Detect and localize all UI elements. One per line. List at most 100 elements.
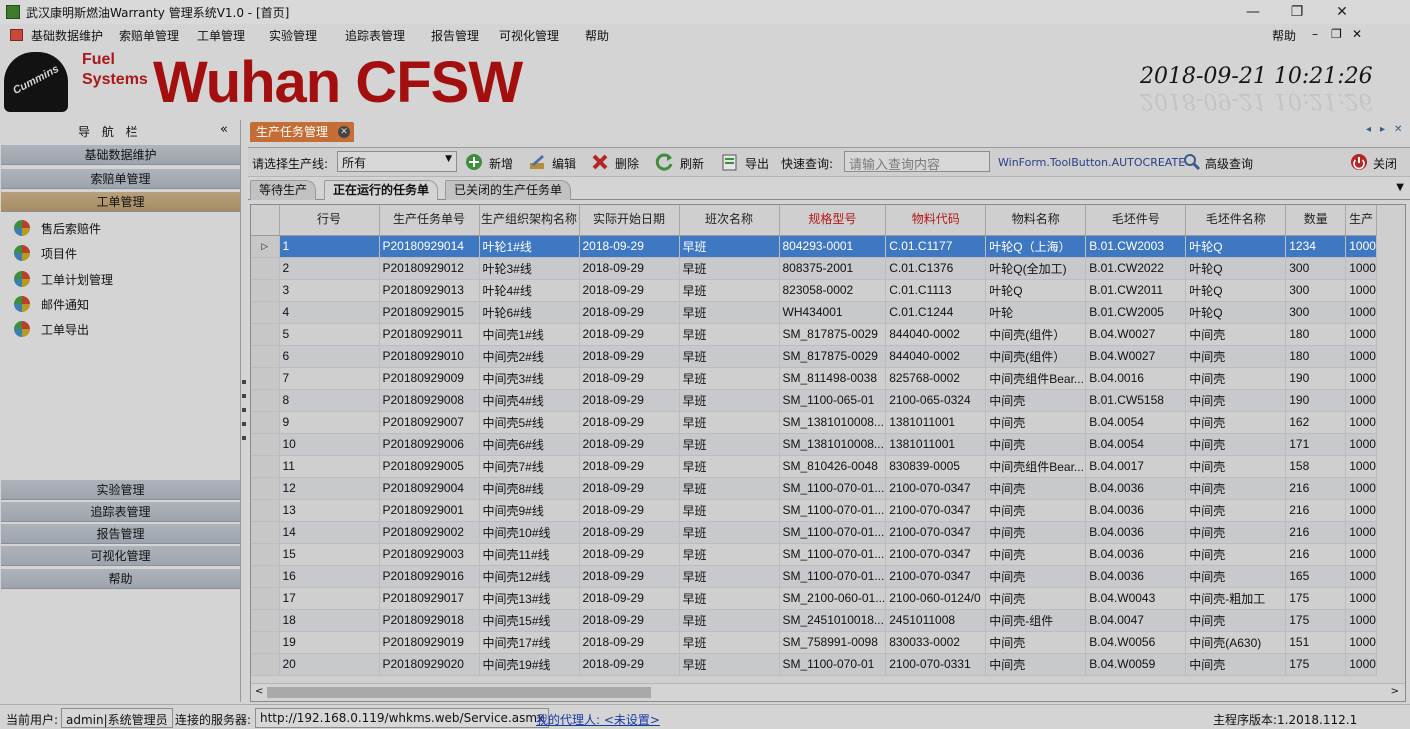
cell-blank-no[interactable]: B.04.0036	[1085, 565, 1187, 588]
cell-material-code[interactable]: 830839-0005	[885, 455, 987, 478]
cell-blank-no[interactable]: B.04.0054	[1085, 433, 1187, 456]
horizontal-scrollbar[interactable]: < >	[251, 683, 1405, 701]
cell-material-name[interactable]: 中间壳(组件）	[985, 323, 1087, 346]
cell-material-code[interactable]: 844040-0002	[885, 323, 987, 346]
cell-quantity[interactable]: 216	[1285, 499, 1347, 522]
delete-button[interactable]: 删除	[615, 155, 639, 172]
cell-material-code[interactable]: 2100-070-0347	[885, 543, 987, 566]
tab-closed[interactable]: 已关闭的生产任务单	[445, 180, 572, 200]
cell-shift[interactable]: 早班	[679, 653, 780, 676]
menu-basic-data[interactable]: 基础数据维护	[31, 27, 103, 44]
header-production[interactable]: 生产	[1345, 205, 1377, 236]
header-material-code[interactable]: 物料代码	[885, 205, 987, 236]
cell-row-no[interactable]: 8	[279, 389, 380, 412]
tabs-dropdown-icon[interactable]: ▼	[1396, 182, 1404, 193]
advanced-search-button[interactable]: 高级查询	[1205, 155, 1253, 172]
cell-material-name[interactable]: 中间壳(组件）	[985, 345, 1087, 368]
cell-quantity[interactable]: 180	[1285, 345, 1347, 368]
close-page-button[interactable]: 关闭	[1373, 155, 1397, 172]
scroll-left-icon[interactable]: <	[255, 686, 263, 697]
header-blank-no[interactable]: 毛坯件号	[1085, 205, 1187, 236]
cell-spec-model[interactable]: SM_1100-070-01...	[779, 521, 887, 544]
nav-group-visualization[interactable]: 可视化管理	[1, 546, 240, 566]
cell-row-no[interactable]: 19	[279, 631, 380, 654]
mdi-restore-button[interactable]: ❐	[1331, 27, 1342, 41]
cell-org-name[interactable]: 中间壳17#线	[479, 631, 580, 654]
cell-org-name[interactable]: 叶轮4#线	[479, 279, 580, 302]
cell-shift[interactable]: 早班	[679, 301, 780, 324]
cell-production[interactable]: 1000	[1345, 653, 1377, 676]
cell-blank-name[interactable]: 中间壳	[1185, 477, 1287, 500]
cell-material-code[interactable]: 2100-070-0331	[885, 653, 987, 676]
cell-spec-model[interactable]: 823058-0002	[779, 279, 887, 302]
cell-material-code[interactable]: 825768-0002	[885, 367, 987, 390]
cell-shift[interactable]: 早班	[679, 587, 780, 610]
cell-blank-name[interactable]: 中间壳	[1185, 543, 1287, 566]
scroll-thumb[interactable]	[267, 687, 651, 698]
cell-row-no[interactable]: 3	[279, 279, 380, 302]
cell-blank-no[interactable]: B.04.0036	[1085, 477, 1187, 500]
table-row[interactable]: 7 P20180929009 中间壳3#线 2018-09-29 早班 SM_811498…	[251, 367, 1377, 390]
cell-task-no[interactable]: P20180929001	[379, 499, 480, 522]
header-task-no[interactable]: 生产任务单号	[379, 205, 480, 236]
nav-group-claims[interactable]: 索赔单管理	[1, 169, 240, 189]
menu-tracking[interactable]: 追踪表管理	[345, 27, 405, 44]
cell-material-name[interactable]: 中间壳	[985, 543, 1087, 566]
nav-group-reports[interactable]: 报告管理	[1, 524, 240, 544]
table-row[interactable]: ▷ 1 P20180929014 叶轮1#线 2018-09-29 早班 804293-00…	[251, 235, 1377, 258]
cell-row-no[interactable]: 7	[279, 367, 380, 390]
cell-org-name[interactable]: 中间壳19#线	[479, 653, 580, 676]
cell-blank-no[interactable]: B.04.W0056	[1085, 631, 1187, 654]
cell-material-name[interactable]: 中间壳	[985, 631, 1087, 654]
header-row-no[interactable]: 行号	[279, 205, 380, 236]
cell-quantity[interactable]: 171	[1285, 433, 1347, 456]
cell-blank-name[interactable]: 叶轮Q	[1185, 235, 1287, 258]
cell-material-name[interactable]: 中间壳	[985, 411, 1087, 434]
cell-production[interactable]: 1000	[1345, 521, 1377, 544]
nav-group-basic-data[interactable]: 基础数据维护	[1, 145, 240, 165]
cell-row-no[interactable]: 15	[279, 543, 380, 566]
cell-blank-name[interactable]: 中间壳	[1185, 499, 1287, 522]
nav-collapse-icon[interactable]: «	[220, 122, 228, 137]
nav-group-tracking[interactable]: 追踪表管理	[1, 502, 240, 522]
cell-production[interactable]: 1000	[1345, 455, 1377, 478]
cell-blank-no[interactable]: B.04.0036	[1085, 543, 1187, 566]
header-material-name[interactable]: 物料名称	[985, 205, 1087, 236]
cell-task-no[interactable]: P20180929012	[379, 257, 480, 280]
cell-quantity[interactable]: 180	[1285, 323, 1347, 346]
autocreate-button[interactable]: WinForm.ToolButton.AUTOCREATE	[998, 156, 1185, 169]
cell-blank-no[interactable]: B.04.0016	[1085, 367, 1187, 390]
cell-production[interactable]: 1000	[1345, 499, 1377, 522]
cell-quantity[interactable]: 190	[1285, 367, 1347, 390]
cell-task-no[interactable]: P20180929004	[379, 477, 480, 500]
cell-spec-model[interactable]: SM_811498-0038	[779, 367, 887, 390]
maximize-button[interactable]: ❐	[1280, 2, 1314, 22]
table-row[interactable]: 4 P20180929015 叶轮6#线 2018-09-29 早班 WH434001 C.…	[251, 301, 1377, 324]
cell-spec-model[interactable]: WH434001	[779, 301, 887, 324]
cell-material-code[interactable]: C.01.C1376	[885, 257, 987, 280]
cell-material-code[interactable]: C.01.C1244	[885, 301, 987, 324]
cell-shift[interactable]: 早班	[679, 389, 780, 412]
cell-start-date[interactable]: 2018-09-29	[579, 609, 680, 632]
cell-blank-name[interactable]: 中间壳	[1185, 565, 1287, 588]
close-button[interactable]: ✕	[1325, 2, 1359, 22]
cell-row-no[interactable]: 11	[279, 455, 380, 478]
cell-org-name[interactable]: 中间壳15#线	[479, 609, 580, 632]
cell-row-no[interactable]: 18	[279, 609, 380, 632]
row-indicator[interactable]	[251, 389, 280, 412]
cell-material-name[interactable]: 叶轮Q	[985, 279, 1087, 302]
table-row[interactable]: 12 P20180929004 中间壳8#线 2018-09-29 早班 SM_1100-…	[251, 477, 1377, 500]
header-blank-name[interactable]: 毛坯件名称	[1185, 205, 1287, 236]
cell-blank-name[interactable]: 中间壳	[1185, 433, 1287, 456]
cell-material-name[interactable]: 中间壳	[985, 499, 1087, 522]
cell-shift[interactable]: 早班	[679, 455, 780, 478]
cell-material-code[interactable]: 2100-070-0347	[885, 521, 987, 544]
cell-row-no[interactable]: 9	[279, 411, 380, 434]
tab-next-icon[interactable]: ▸	[1380, 124, 1385, 135]
tab-production-tasks[interactable]: 生产任务管理 ✕	[250, 122, 354, 142]
scroll-right-icon[interactable]: >	[1391, 686, 1399, 697]
edit-button[interactable]: 编辑	[552, 155, 576, 172]
cell-start-date[interactable]: 2018-09-29	[579, 477, 680, 500]
cell-blank-no[interactable]: B.01.CW2005	[1085, 301, 1187, 324]
cell-production[interactable]: 1000	[1345, 345, 1377, 368]
